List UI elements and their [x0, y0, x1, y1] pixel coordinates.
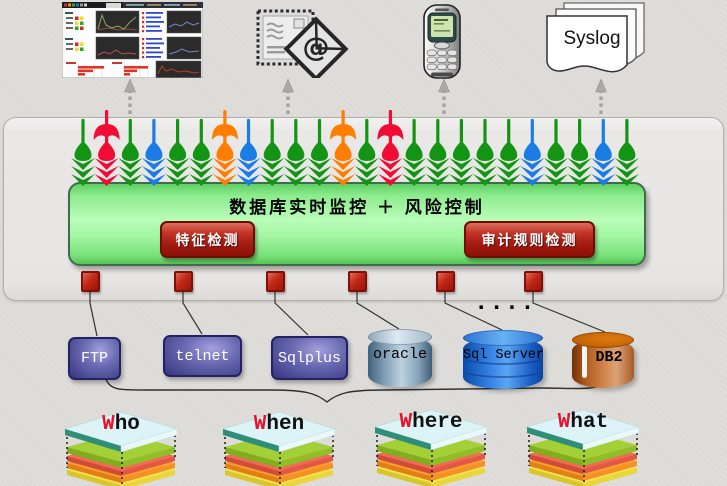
session-arrow-green [568, 119, 592, 186]
stack-where-label: Where [376, 411, 486, 434]
cylinder-top [368, 329, 432, 345]
session-arrow-green [544, 119, 568, 186]
cylinder-ridge [464, 363, 542, 378]
device-sqlplus-label: Sqlplus [278, 350, 341, 367]
session-arrow-green [284, 119, 308, 186]
tap-square-2 [174, 271, 193, 292]
device-db2-cylinder: DB2 [572, 332, 634, 388]
tap-square-5 [436, 271, 455, 292]
session-arrow-blue [142, 119, 166, 186]
tap-square-6 [524, 271, 543, 292]
tap-square-1 [81, 271, 100, 292]
cylinder-top [463, 330, 543, 346]
dashboard-screenshot-icon [62, 2, 203, 78]
session-arrows-band [70, 108, 650, 188]
device-db2-label: DB2 [578, 349, 640, 366]
audit-rules-button[interactable]: 审计规则检测 [464, 221, 595, 258]
session-arrow-blue [237, 119, 261, 186]
session-arrow-green [449, 119, 473, 186]
monitor-panel: 数据库实时监控 ＋ 风险控制 特征检测 审计规则检测 [68, 182, 646, 266]
stack-what-label: What [528, 411, 638, 434]
session-arrow-red [377, 110, 403, 186]
diagram-canvas: @ [0, 0, 727, 486]
cylinder-top [572, 332, 634, 348]
panel-title: 数据库实时监控 ＋ 风险控制 [70, 193, 644, 218]
session-arrow-red [94, 110, 120, 186]
svg-text:@: @ [303, 33, 330, 64]
tap-square-3 [266, 271, 285, 292]
stack-who-label: Who [66, 413, 176, 436]
device-sqlserver-label: Sql Server [463, 348, 543, 363]
dimension-stack-where: Where [370, 406, 490, 486]
session-arrow-green [308, 119, 332, 186]
device-telnet-label: telnet [175, 348, 229, 365]
dimension-stack-when: When [218, 408, 338, 486]
session-arrow-green [189, 119, 213, 186]
session-arrow-orange [212, 110, 238, 186]
device-sqlplus: Sqlplus [271, 336, 348, 380]
session-arrow-orange [330, 110, 356, 186]
session-arrow-blue [591, 119, 615, 186]
syslog-label: Syslog [556, 28, 628, 50]
session-arrow-green [615, 119, 639, 186]
session-arrow-green [166, 119, 190, 186]
device-telnet: telnet [163, 335, 242, 377]
session-arrow-green [260, 119, 284, 186]
session-arrow-green [118, 119, 142, 186]
session-arrow-green [497, 119, 521, 186]
email-stamp-icon: @ [254, 8, 350, 78]
device-ftp-label: FTP [81, 350, 108, 367]
session-arrow-green [355, 119, 379, 186]
dimension-stack-who: Who [60, 408, 180, 486]
device-oracle-label: oracle [368, 346, 432, 363]
tap-square-4 [348, 271, 367, 292]
device-ftp: FTP [68, 337, 121, 380]
more-devices-ellipsis: .... [474, 290, 524, 317]
mobile-phone-icon [422, 4, 462, 80]
session-arrow-green [71, 119, 95, 186]
stack-when-label: When [224, 413, 334, 436]
feature-detection-button[interactable]: 特征检测 [160, 221, 255, 258]
session-arrow-blue [520, 119, 544, 186]
dimension-stack-what: What [522, 406, 642, 486]
session-arrow-green [473, 119, 497, 186]
session-arrow-green [402, 119, 426, 186]
device-oracle-cylinder: oracle [368, 329, 432, 387]
session-arrow-green [426, 119, 450, 186]
device-sqlserver-cylinder: Sql Server [463, 330, 543, 389]
